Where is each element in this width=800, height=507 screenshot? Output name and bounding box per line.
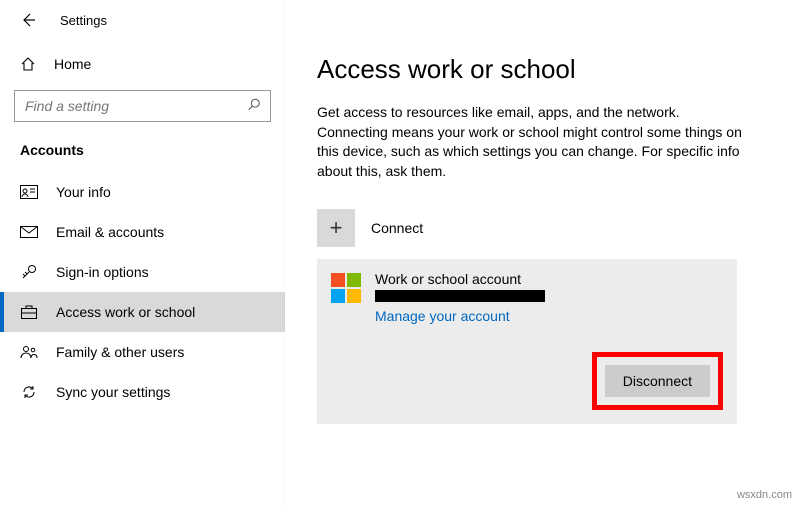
watermark: wsxdn.com <box>737 489 792 501</box>
sidebar-item-label: Your info <box>56 184 111 200</box>
sidebar-item-access-work-school[interactable]: Access work or school <box>0 292 285 332</box>
key-icon <box>20 264 38 280</box>
page-title: Access work or school <box>317 54 776 85</box>
sidebar-item-sync-settings[interactable]: Sync your settings <box>0 372 285 412</box>
sidebar-item-label: Email & accounts <box>56 224 164 240</box>
account-email-redacted <box>375 290 545 302</box>
disconnect-button[interactable]: Disconnect <box>605 365 710 397</box>
sidebar: Settings Home Accounts Your info Email &… <box>0 0 285 507</box>
header-row: Settings <box>0 12 285 46</box>
back-arrow-icon[interactable] <box>20 12 36 28</box>
plus-icon: + <box>317 209 355 247</box>
microsoft-logo-icon <box>331 273 361 303</box>
home-nav[interactable]: Home <box>0 46 285 82</box>
account-info: Work or school account Manage your accou… <box>375 271 545 324</box>
account-card[interactable]: Work or school account Manage your accou… <box>317 259 737 424</box>
account-header: Work or school account Manage your accou… <box>331 271 723 324</box>
section-header: Accounts <box>0 136 285 172</box>
sidebar-item-family-users[interactable]: Family & other users <box>0 332 285 372</box>
sidebar-item-label: Access work or school <box>56 304 195 320</box>
sidebar-item-signin-options[interactable]: Sign-in options <box>0 252 285 292</box>
highlight-box: Disconnect <box>592 352 723 410</box>
search-input[interactable] <box>14 90 271 122</box>
search-icon[interactable] <box>247 98 261 115</box>
sidebar-item-label: Sync your settings <box>56 384 170 400</box>
app-title: Settings <box>60 13 107 28</box>
connect-button[interactable]: + Connect <box>317 209 776 247</box>
manage-account-link[interactable]: Manage your account <box>375 308 510 324</box>
sidebar-item-email-accounts[interactable]: Email & accounts <box>0 212 285 252</box>
disconnect-wrap: Disconnect <box>331 352 723 410</box>
main-panel: Access work or school Get access to reso… <box>285 0 800 507</box>
sync-icon <box>20 384 38 400</box>
mail-icon <box>20 226 38 238</box>
sidebar-item-your-info[interactable]: Your info <box>0 172 285 212</box>
search-wrap <box>14 90 271 122</box>
page-description: Get access to resources like email, apps… <box>317 103 747 181</box>
sidebar-item-label: Family & other users <box>56 344 184 360</box>
user-badge-icon <box>20 185 38 199</box>
briefcase-icon <box>20 305 38 319</box>
sidebar-item-label: Sign-in options <box>56 264 149 280</box>
account-title: Work or school account <box>375 271 545 287</box>
home-label: Home <box>54 56 91 72</box>
home-icon <box>20 56 36 72</box>
connect-label: Connect <box>371 220 423 236</box>
people-icon <box>20 345 38 359</box>
